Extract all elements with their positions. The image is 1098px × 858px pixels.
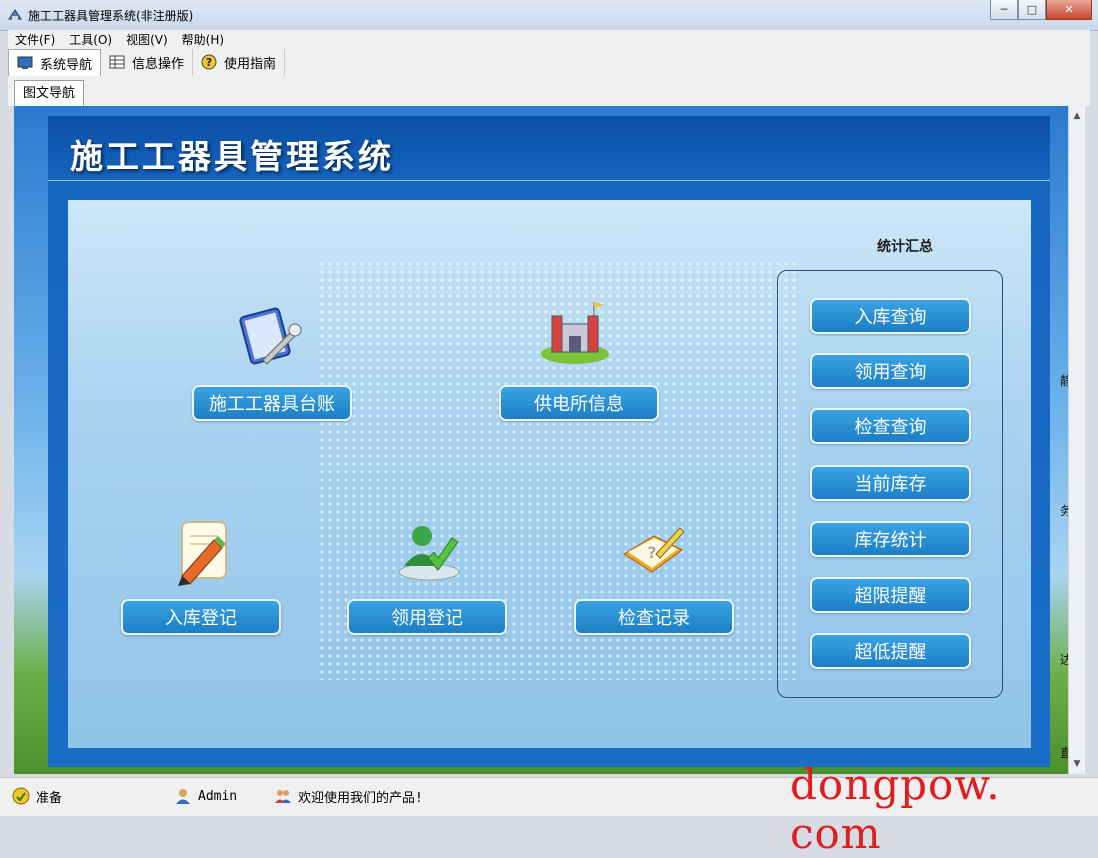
- navigation-canvas: 施工工器具台账 供电所信息 入库登记 领用登记 ? 检查记录 统计汇总 入库查询…: [68, 200, 1031, 748]
- tab-info-ops-label: 信息操作: [132, 56, 185, 72]
- svg-text:?: ?: [647, 543, 656, 562]
- side-glyph: 达: [1060, 653, 1068, 667]
- menu-file[interactable]: 文件(F): [8, 31, 62, 48]
- menu-help[interactable]: 帮助(H): [175, 31, 231, 48]
- window-title-bar: 施工工器具管理系统(非注册版) ─ □ ✕: [0, 0, 1098, 31]
- over-limit-alert-button[interactable]: 超限提醒: [810, 577, 971, 613]
- document-tab-strip: 图文导航: [8, 76, 1090, 106]
- status-user: Admin: [174, 786, 237, 806]
- borrow-register-button[interactable]: 领用登记: [347, 599, 507, 635]
- inspection-record-button[interactable]: 检查记录: [574, 599, 734, 635]
- stock-statistics-button[interactable]: 库存统计: [810, 521, 971, 557]
- current-stock-button[interactable]: 当前库存: [810, 465, 971, 501]
- status-user-text: Admin: [198, 788, 238, 804]
- tab-graphic-nav[interactable]: 图文导航: [14, 80, 85, 106]
- side-glyph: 静: [1060, 374, 1068, 388]
- menu-bar: 文件(F) 工具(O) 视图(V) 帮助(H): [8, 30, 1090, 48]
- borrow-register-icon[interactable]: [392, 514, 466, 588]
- ledger-button[interactable]: 施工工器具台账: [192, 385, 352, 421]
- content-area: 施工工器具管理系统 施工工器具台账 供电所信息 入库登记 领用登记 ? 检查记录…: [14, 106, 1068, 774]
- status-welcome-text: 欢迎使用我们的产品!: [298, 790, 423, 806]
- ready-status-icon: [12, 787, 30, 805]
- scroll-up-arrow-icon[interactable]: ▲: [1069, 108, 1085, 124]
- stock-in-query-button[interactable]: 入库查询: [810, 298, 971, 334]
- stats-title: 统计汇总: [877, 239, 933, 255]
- tab-info-ops[interactable]: 信息操作: [101, 49, 194, 75]
- inspection-query-button[interactable]: 检查查询: [810, 408, 971, 444]
- tab-guide-label: 使用指南: [224, 56, 277, 72]
- tab-system-nav-label: 系统导航: [40, 57, 93, 73]
- side-glyph: 务: [1060, 504, 1068, 518]
- ledger-icon[interactable]: [233, 300, 307, 374]
- navigation-panel: 施工工器具管理系统 施工工器具台账 供电所信息 入库登记 领用登记 ? 检查记录…: [48, 116, 1050, 767]
- menu-tools[interactable]: 工具(O): [62, 31, 119, 48]
- status-ready-text: 准备: [36, 790, 63, 806]
- svg-text:?: ?: [206, 56, 212, 69]
- stock-in-register-icon[interactable]: [168, 514, 242, 588]
- stock-in-register-button[interactable]: 入库登记: [121, 599, 281, 635]
- vertical-scrollbar[interactable]: ▲ ▼: [1068, 106, 1085, 774]
- window-controls: ─ □ ✕: [990, 0, 1092, 20]
- under-limit-alert-button[interactable]: 超低提醒: [810, 633, 971, 669]
- inspection-record-icon[interactable]: ?: [616, 514, 690, 588]
- table-icon: [109, 55, 125, 69]
- station-icon[interactable]: [538, 296, 612, 370]
- user-icon: [176, 789, 190, 804]
- status-welcome: 欢迎使用我们的产品!: [274, 786, 423, 806]
- menu-view[interactable]: 视图(V): [119, 31, 175, 48]
- minimize-button[interactable]: ─: [990, 0, 1018, 20]
- users-group-icon: [275, 790, 291, 803]
- status-ready: 准备: [12, 786, 62, 806]
- borrow-query-button[interactable]: 领用查询: [810, 353, 971, 389]
- side-glyph: 直: [1060, 746, 1068, 760]
- station-info-button[interactable]: 供电所信息: [499, 385, 659, 421]
- help-icon: ?: [201, 54, 217, 70]
- watermark: dongpow. com: [790, 760, 1001, 858]
- monitor-icon: [17, 56, 33, 69]
- window-title: 施工工器具管理系统(非注册版): [28, 9, 194, 23]
- toolbar: 系统导航 信息操作 ? 使用指南: [8, 48, 1090, 77]
- panel-divider: [48, 180, 1050, 181]
- tab-system-nav[interactable]: 系统导航: [8, 48, 102, 77]
- close-button[interactable]: ✕: [1046, 0, 1092, 20]
- app-icon: [8, 9, 22, 20]
- maximize-button[interactable]: □: [1018, 0, 1046, 20]
- tab-guide[interactable]: ? 使用指南: [193, 49, 286, 75]
- panel-title: 施工工器具管理系统: [70, 137, 394, 176]
